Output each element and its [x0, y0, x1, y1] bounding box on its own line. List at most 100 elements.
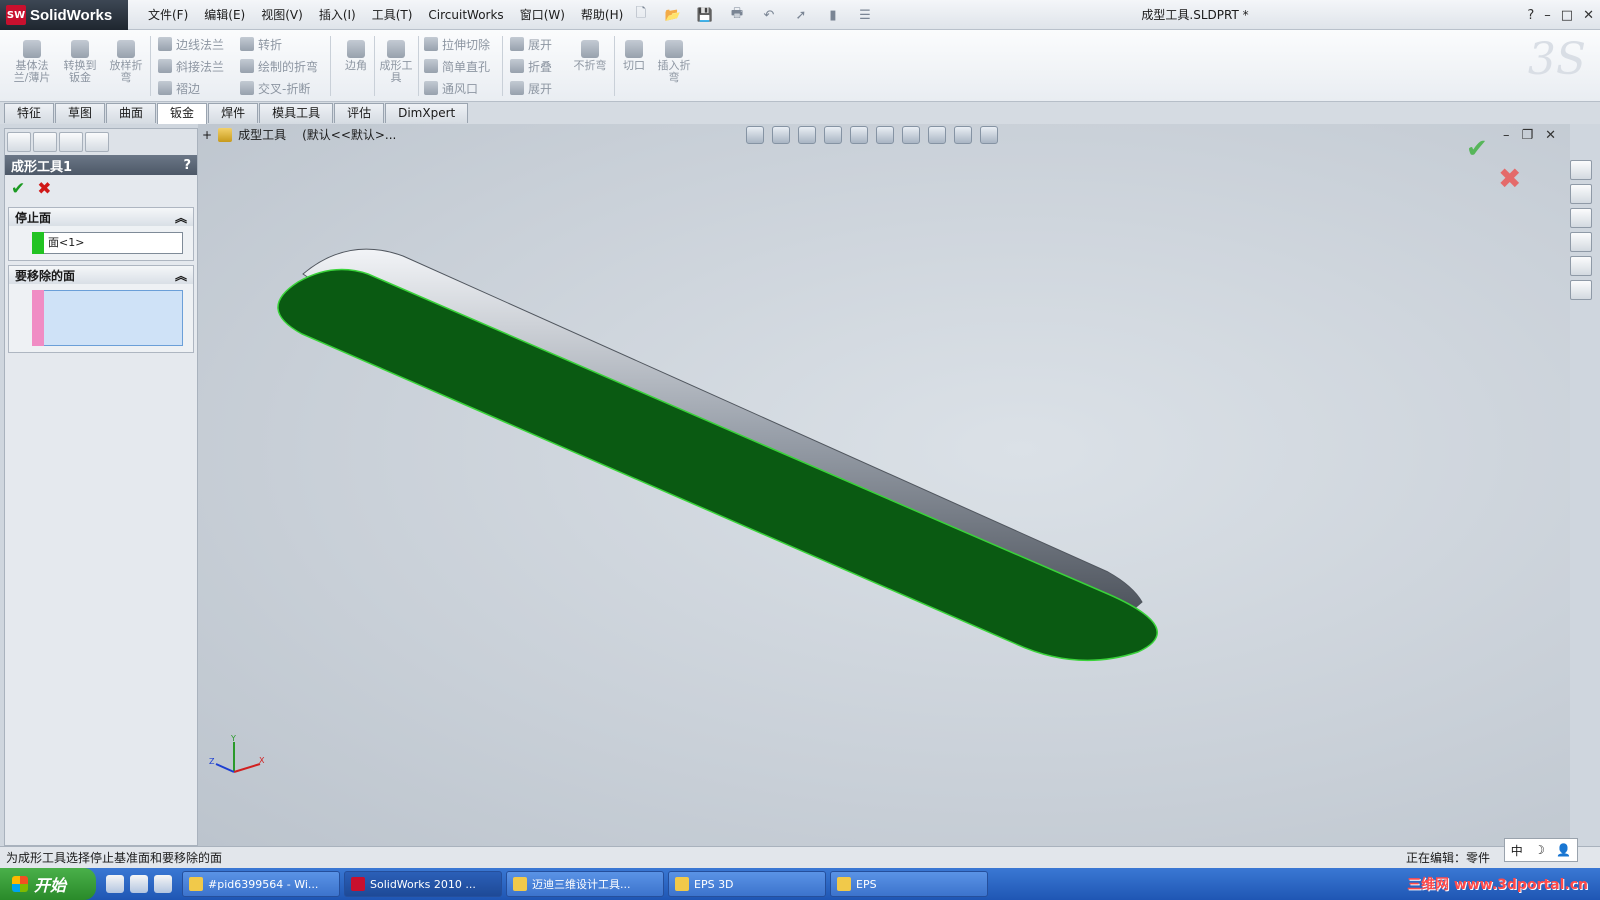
undo-icon[interactable]: ↶	[756, 5, 782, 25]
configuration-manager-tab-icon[interactable]	[59, 132, 83, 152]
faces-to-remove-selection-box[interactable]	[32, 290, 183, 346]
options-icon[interactable]: ☰	[852, 5, 878, 25]
sketched-bend-icon	[240, 59, 254, 73]
flatten-button[interactable]: 展开	[510, 78, 552, 98]
minimize-button[interactable]: –	[1544, 8, 1551, 23]
miter-flange-button[interactable]: 斜接法兰	[158, 56, 224, 76]
appearances-scenes-icon[interactable]	[1570, 256, 1592, 276]
file-explorer-icon[interactable]	[1570, 208, 1592, 228]
ime-moon-icon[interactable]: ☽	[1534, 843, 1545, 857]
stop-face-header[interactable]: 停止面 ︽	[9, 208, 193, 226]
rip-icon	[625, 40, 643, 58]
tab-mold-tools[interactable]: 模具工具	[259, 103, 334, 123]
menu-insert[interactable]: 插入(I)	[311, 0, 364, 30]
forming-tool-model[interactable]	[198, 124, 1570, 846]
triad-z-label: Z	[209, 757, 215, 766]
start-button[interactable]: 开始	[0, 868, 96, 900]
separator	[502, 36, 503, 96]
taskbar-item[interactable]: EPS	[830, 871, 988, 897]
cancel-button[interactable]: ✖	[37, 179, 51, 199]
ime-mode[interactable]: 中	[1511, 842, 1523, 859]
solidworks-resources-icon[interactable]	[1570, 160, 1592, 180]
convert-to-sheet-icon	[71, 40, 89, 58]
hem-button[interactable]: 褶边	[158, 78, 200, 98]
maximize-button[interactable]: □	[1561, 8, 1573, 23]
extruded-cut-button[interactable]: 拉伸切除	[424, 34, 490, 54]
tab-dimxpert[interactable]: DimXpert	[385, 103, 469, 123]
model-stop-face	[277, 268, 1158, 662]
rebuild-icon[interactable]: ▮	[820, 5, 846, 25]
menu-view[interactable]: 视图(V)	[253, 0, 311, 30]
print-icon[interactable]: 🖶	[724, 5, 750, 25]
save-icon[interactable]: 💾	[692, 5, 718, 25]
menu-window[interactable]: 窗口(W)	[512, 0, 573, 30]
jog-button[interactable]: 转折	[240, 34, 282, 54]
taskbar-item-label: SolidWorks 2010 ...	[370, 877, 476, 891]
simple-hole-button[interactable]: 简单直孔	[424, 56, 490, 76]
status-message: 为成形工具选择停止基准面和要移除的面	[6, 851, 223, 865]
corners-button[interactable]: 边角	[334, 40, 378, 72]
simple-hole-icon	[424, 59, 438, 73]
fold-button[interactable]: 折叠	[510, 56, 552, 76]
menu-file[interactable]: 文件(F)	[140, 0, 196, 30]
design-library-icon[interactable]	[1570, 184, 1592, 204]
property-manager-tab-icon[interactable]	[33, 132, 57, 152]
taskbar-item[interactable]: EPS 3D	[668, 871, 826, 897]
open-file-icon[interactable]: 📂	[660, 5, 686, 25]
forming-tool-button[interactable]: 成形工 具	[374, 40, 418, 84]
tab-weldments[interactable]: 焊件	[208, 103, 259, 123]
lofted-bend-button[interactable]: 放样折 弯	[104, 40, 148, 84]
no-bends-button[interactable]: 不折弯	[568, 40, 612, 72]
tab-evaluate[interactable]: 评估	[334, 103, 385, 123]
rip-button[interactable]: 切口	[612, 40, 656, 72]
menu-help[interactable]: 帮助(H)	[573, 0, 631, 30]
tab-surfaces[interactable]: 曲面	[106, 103, 157, 123]
property-manager-panel: 成形工具1 ? ✔ ✖ 停止面 ︽ 面<1> 要移除的面 ︽	[4, 128, 198, 846]
ime-user-icon[interactable]: 👤	[1556, 843, 1571, 857]
app-name: SolidWorks	[30, 6, 113, 24]
ok-button[interactable]: ✔	[11, 179, 25, 199]
browser-icon[interactable]	[130, 875, 148, 893]
solidworks-launch-icon[interactable]	[154, 875, 172, 893]
tab-sketch[interactable]: 草图	[55, 103, 106, 123]
view-palette-icon[interactable]	[1570, 232, 1592, 252]
new-file-icon[interactable]: 🗋	[628, 5, 654, 25]
show-desktop-icon[interactable]	[106, 875, 124, 893]
coordinate-triad: Y X Z	[209, 734, 265, 773]
menu-circuitworks[interactable]: CircuitWorks	[420, 0, 511, 30]
fold-label: 折叠	[528, 59, 553, 74]
taskbar-item[interactable]: 迈迪三维设计工具...	[506, 871, 664, 897]
feature-tree-tab-icon[interactable]	[7, 132, 31, 152]
separator	[418, 36, 419, 96]
unfold-button[interactable]: 展开	[510, 34, 552, 54]
graphics-area[interactable]: + 成型工具 (默认<<默认>... – ❐ ✕ ✔ ✖ Y X Z	[198, 124, 1570, 846]
base-flange-button[interactable]: 基体法 兰/薄片	[10, 40, 54, 84]
taskbar-item-solidworks[interactable]: SolidWorks 2010 ...	[344, 871, 502, 897]
convert-to-sheet-button[interactable]: 转换到 钣金	[58, 40, 102, 84]
solidworks-logo[interactable]: SW SolidWorks	[0, 0, 128, 30]
cross-break-button[interactable]: 交叉-折断	[240, 78, 310, 98]
extruded-cut-icon	[424, 37, 438, 51]
stop-face-selection-box[interactable]: 面<1>	[32, 232, 183, 254]
folder-icon	[675, 877, 689, 891]
sketched-bend-button[interactable]: 绘制的折弯	[240, 56, 318, 76]
pm-help-icon[interactable]: ?	[183, 158, 191, 173]
edge-flange-button[interactable]: 边线法兰	[158, 34, 224, 54]
vent-button[interactable]: 通风口	[424, 78, 478, 98]
lofted-bend-icon	[117, 40, 135, 58]
ime-toolbar[interactable]: 中 ☽ 👤	[1504, 838, 1578, 862]
dimxpert-manager-tab-icon[interactable]	[85, 132, 109, 152]
insert-bends-button[interactable]: 插入折 弯	[652, 40, 696, 84]
menu-tools[interactable]: 工具(T)	[364, 0, 421, 30]
collapse-icon[interactable]: ︽	[175, 267, 187, 284]
tab-features[interactable]: 特征	[4, 103, 55, 123]
tab-sheet-metal[interactable]: 钣金	[157, 103, 208, 124]
faces-to-remove-header[interactable]: 要移除的面 ︽	[9, 266, 193, 284]
help-icon[interactable]: ?	[1527, 8, 1534, 23]
taskbar-item[interactable]: #pid6399564 - Wi...	[182, 871, 340, 897]
select-icon[interactable]: ➚	[788, 5, 814, 25]
close-button[interactable]: ✕	[1583, 8, 1594, 23]
menu-edit[interactable]: 编辑(E)	[196, 0, 253, 30]
custom-properties-icon[interactable]	[1570, 280, 1592, 300]
collapse-icon[interactable]: ︽	[175, 209, 187, 226]
